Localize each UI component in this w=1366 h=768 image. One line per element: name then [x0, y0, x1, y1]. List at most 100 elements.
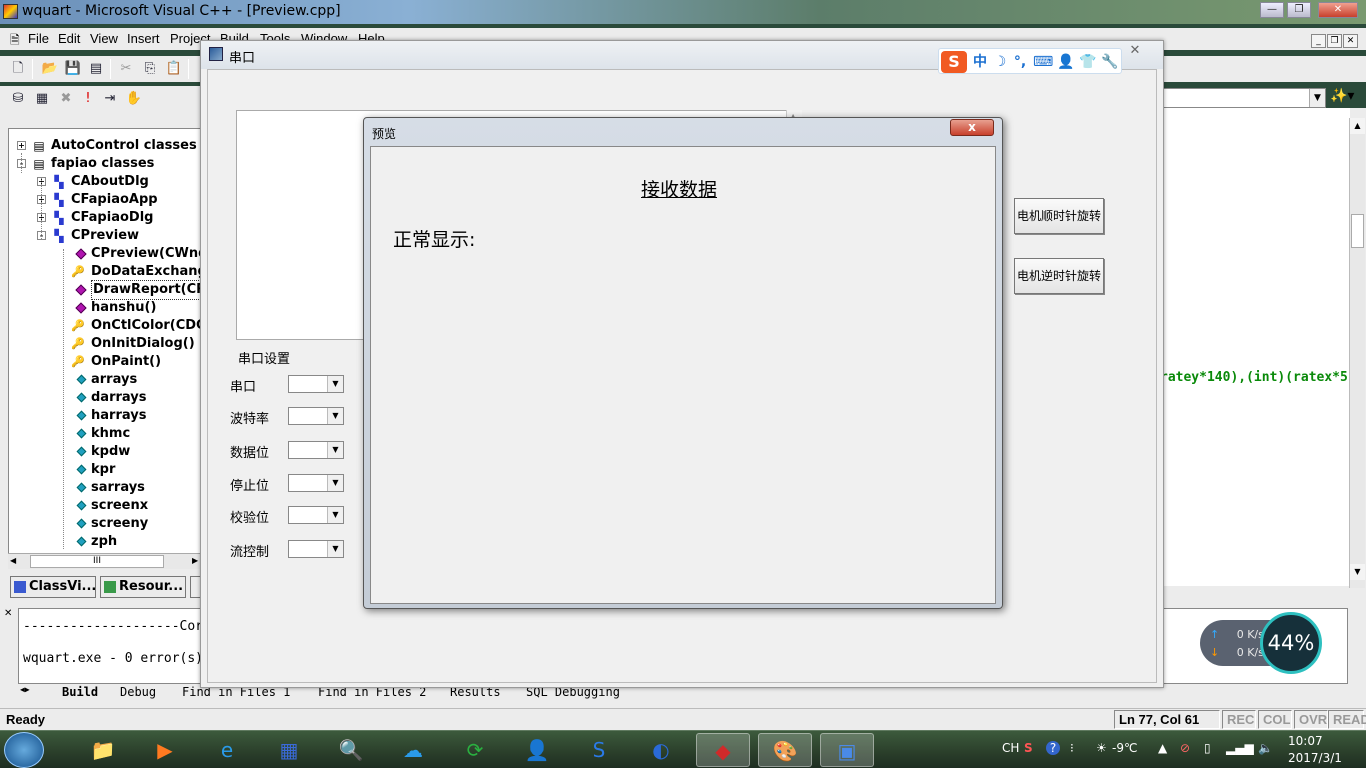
- chevron-down-icon[interactable]: ▼: [327, 442, 343, 458]
- skin-shirt-icon[interactable]: 👕: [1079, 53, 1097, 71]
- output-line: --------------------Cor: [23, 619, 204, 634]
- vc-titlebar[interactable]: wquart - Microsoft Visual C++ - [Preview…: [0, 0, 1366, 24]
- tab-build[interactable]: Build: [62, 685, 98, 699]
- menu-view[interactable]: View: [90, 31, 118, 46]
- menu-file[interactable]: File: [28, 31, 49, 46]
- expand-plus-icon[interactable]: +: [17, 141, 26, 150]
- user-icon[interactable]: 👤: [1057, 53, 1075, 71]
- start-button[interactable]: [4, 732, 44, 768]
- class-view-tree[interactable]: + ▤ AutoControl classes - ▤ fapiao classes + ▚ C…: [8, 128, 204, 568]
- output-close-icon[interactable]: ✕: [4, 608, 12, 619]
- sogou-tray-icon[interactable]: S: [1024, 741, 1033, 755]
- clock-date[interactable]: 2017/3/1: [1288, 751, 1342, 765]
- volume-icon[interactable]: 🔈: [1258, 741, 1273, 755]
- visual-cpp-icon[interactable]: ◆: [696, 733, 750, 767]
- tree-scroll-thumb[interactable]: III: [30, 555, 164, 568]
- help-icon[interactable]: ?: [1046, 741, 1060, 755]
- tab-debug[interactable]: Debug: [120, 685, 156, 699]
- tree-horizontal-scrollbar[interactable]: ◀ III ▶: [8, 553, 204, 569]
- download-speed: ↓ 0 K/s: [1210, 646, 1264, 659]
- tab-resourceview[interactable]: Resour...: [100, 576, 186, 598]
- save-icon[interactable]: 💾: [63, 59, 83, 79]
- moon-icon[interactable]: ☽: [991, 53, 1009, 71]
- search-tool-icon[interactable]: 🔍: [324, 733, 378, 767]
- scroll-left-arrow[interactable]: ◀: [10, 556, 16, 565]
- media-player-icon[interactable]: ▶: [138, 733, 192, 767]
- serial-app-icon[interactable]: ▣: [820, 733, 874, 767]
- stop-build-icon[interactable]: ✖: [56, 89, 76, 109]
- serial-setting-combo[interactable]: ▼: [288, 441, 344, 459]
- mdi-minimize-button[interactable]: _: [1311, 34, 1326, 48]
- cut-icon[interactable]: ✂: [116, 59, 136, 79]
- serial-setting-combo[interactable]: ▼: [288, 506, 344, 524]
- browser-icon[interactable]: ◐: [634, 733, 688, 767]
- menu-edit[interactable]: Edit: [58, 31, 80, 46]
- serial-setting-combo[interactable]: ▼: [288, 540, 344, 558]
- contacts-icon[interactable]: 👤: [510, 733, 564, 767]
- build-icon[interactable]: ▦: [32, 89, 52, 109]
- sogou-browser-icon[interactable]: S: [572, 733, 626, 767]
- serial-close-button[interactable]: ✕: [1124, 43, 1146, 61]
- clock-time[interactable]: 10:07: [1288, 734, 1323, 748]
- scroll-up-arrow[interactable]: ▲: [1350, 118, 1365, 134]
- chevron-down-icon[interactable]: ▼: [327, 507, 343, 523]
- chevron-down-icon[interactable]: ▼: [327, 475, 343, 491]
- punctuation-icon[interactable]: °,: [1011, 53, 1029, 71]
- motor-counterclockwise-button[interactable]: 电机逆时针旋转: [1014, 258, 1104, 294]
- scroll-thumb[interactable]: [1351, 214, 1364, 248]
- open-folder-icon[interactable]: 📂: [40, 59, 60, 79]
- code-editor[interactable]: [1162, 108, 1350, 586]
- refresh-app-icon[interactable]: ⟳: [448, 733, 502, 767]
- serial-setting-combo[interactable]: ▼: [288, 407, 344, 425]
- toolbar-separator: [110, 59, 111, 79]
- breakpoint-hand-icon[interactable]: ✋: [124, 89, 144, 109]
- close-button[interactable]: ✕: [1318, 2, 1358, 18]
- member-variable-icon: [76, 482, 87, 493]
- execute-icon[interactable]: !: [78, 89, 98, 109]
- maximize-button[interactable]: ❐: [1287, 2, 1311, 18]
- motor-clockwise-button[interactable]: 电机顺时针旋转: [1014, 198, 1104, 234]
- go-icon[interactable]: ⇥: [100, 89, 120, 109]
- preview-client-area: 接收数据 正常显示:: [370, 146, 996, 604]
- scroll-right-arrow[interactable]: ▶: [192, 556, 198, 565]
- network-error-icon[interactable]: ⊘: [1180, 741, 1190, 755]
- network-speed-widget[interactable]: ↑ 0 K/s ↓ 0 K/s 44%: [1200, 612, 1322, 674]
- members-combo[interactable]: ▼: [1162, 88, 1326, 108]
- language-indicator[interactable]: CH: [1002, 741, 1019, 755]
- ime-chinese-mode[interactable]: 中: [971, 53, 989, 71]
- tray-options-icon[interactable]: ⁝: [1070, 741, 1074, 755]
- file-explorer-icon[interactable]: 📁: [76, 733, 130, 767]
- chevron-down-icon[interactable]: ▼: [327, 408, 343, 424]
- internet-explorer-icon[interactable]: e: [200, 733, 254, 767]
- app-icon: [3, 4, 18, 19]
- wrench-icon[interactable]: 🔧: [1101, 53, 1119, 71]
- new-file-icon[interactable]: 🗋: [8, 59, 28, 79]
- scroll-down-arrow[interactable]: ▼: [1350, 564, 1365, 580]
- serial-setting-combo[interactable]: ▼: [288, 474, 344, 492]
- tab-classview[interactable]: ClassVi...: [10, 576, 96, 598]
- mdi-close-button[interactable]: ✕: [1343, 34, 1358, 48]
- battery-icon[interactable]: ▯: [1204, 741, 1211, 755]
- wizard-wand-icon[interactable]: ✨▾: [1330, 88, 1354, 104]
- keyboard-icon[interactable]: ⌨: [1033, 53, 1053, 71]
- chevron-down-icon[interactable]: ▼: [327, 541, 343, 557]
- minimize-button[interactable]: —: [1260, 2, 1284, 18]
- paint-icon[interactable]: 🎨: [758, 733, 812, 767]
- chevron-down-icon[interactable]: ▼: [327, 376, 343, 392]
- save-all-icon[interactable]: ▤: [86, 59, 106, 79]
- sogou-logo-icon[interactable]: S: [941, 51, 967, 73]
- weather-sun-icon[interactable]: ☀: [1096, 741, 1107, 755]
- menu-insert[interactable]: Insert: [127, 31, 160, 46]
- compile-icon[interactable]: ⛁: [8, 89, 28, 109]
- paste-icon[interactable]: 📋: [164, 59, 184, 79]
- tab-scroll-arrows[interactable]: ◀▶: [20, 685, 30, 694]
- preview-close-button[interactable]: x: [950, 119, 994, 136]
- copy-icon[interactable]: ⎘: [140, 59, 160, 79]
- editor-vertical-scrollbar[interactable]: ▲ ▼: [1349, 118, 1365, 588]
- cloud-icon[interactable]: ☁: [386, 733, 440, 767]
- app-grid-icon[interactable]: ▦: [262, 733, 316, 767]
- signal-icon[interactable]: ▂▄▆: [1226, 741, 1254, 755]
- mdi-restore-button[interactable]: ❐: [1327, 34, 1342, 48]
- serial-setting-combo[interactable]: ▼: [288, 375, 344, 393]
- show-hidden-icons[interactable]: ▲: [1158, 741, 1167, 755]
